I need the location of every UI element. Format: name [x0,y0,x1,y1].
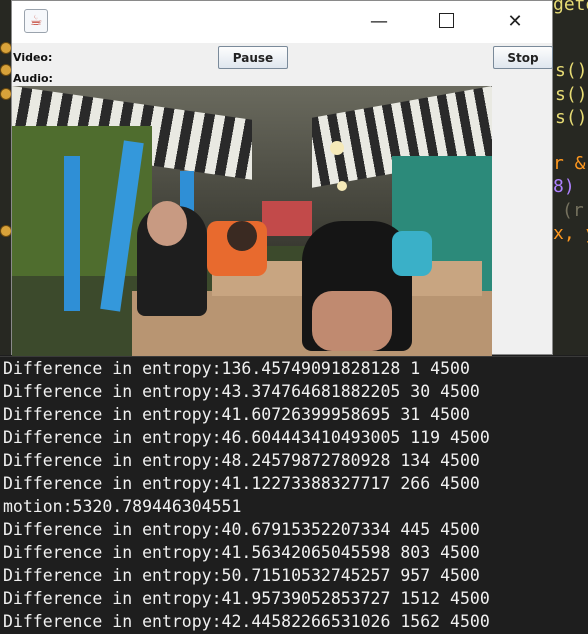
maximize-icon [438,13,454,28]
java-coffee-icon: ☕ [24,9,48,33]
video-player-window: ☕ — ✕ Video: Audio: Pause Stop [11,0,553,356]
window-titlebar[interactable]: ☕ — ✕ [12,1,552,43]
code-fragment: s() [555,107,588,128]
console-line: Difference in entropy:41.60726399958695 … [3,405,470,424]
pause-button[interactable]: Pause [218,46,288,69]
code-fragment: s() [555,60,588,81]
video-label: Video: [13,51,53,64]
console-line: Difference in entropy:40.67915352207334 … [3,520,480,539]
console-line: Difference in entropy:42.44582266531026 … [3,612,490,631]
video-frame [12,86,492,356]
console-line: Difference in entropy:41.95739052853727 … [3,589,490,608]
console-output[interactable]: Difference in entropy:136.45749091828128… [0,356,588,634]
code-fragment: x, y [553,223,588,244]
minimize-button[interactable]: — [356,7,402,37]
console-line: Difference in entropy:46.604443410493005… [3,428,490,447]
code-fragment: 8) [553,176,575,197]
console-line: Difference in entropy:41.12273388327717 … [3,474,480,493]
code-fragment: r & [553,153,586,174]
audio-label: Audio: [13,72,53,85]
console-line: Difference in entropy:136.45749091828128… [3,359,470,378]
maximize-button[interactable] [423,7,469,37]
close-button[interactable]: ✕ [492,7,538,37]
code-fragment: gete [553,0,588,15]
console-line: Difference in entropy:50.71510532745257 … [3,566,480,585]
code-fragment: (r [562,200,584,221]
stop-button[interactable]: Stop [493,46,553,69]
console-line: Difference in entropy:41.56342065045598 … [3,543,480,562]
console-line: Difference in entropy:48.24579872780928 … [3,451,480,470]
console-line: motion:5320.789446304551 [3,497,242,516]
code-fragment: s() [555,84,588,105]
console-line: Difference in entropy:43.374764681882205… [3,382,480,401]
